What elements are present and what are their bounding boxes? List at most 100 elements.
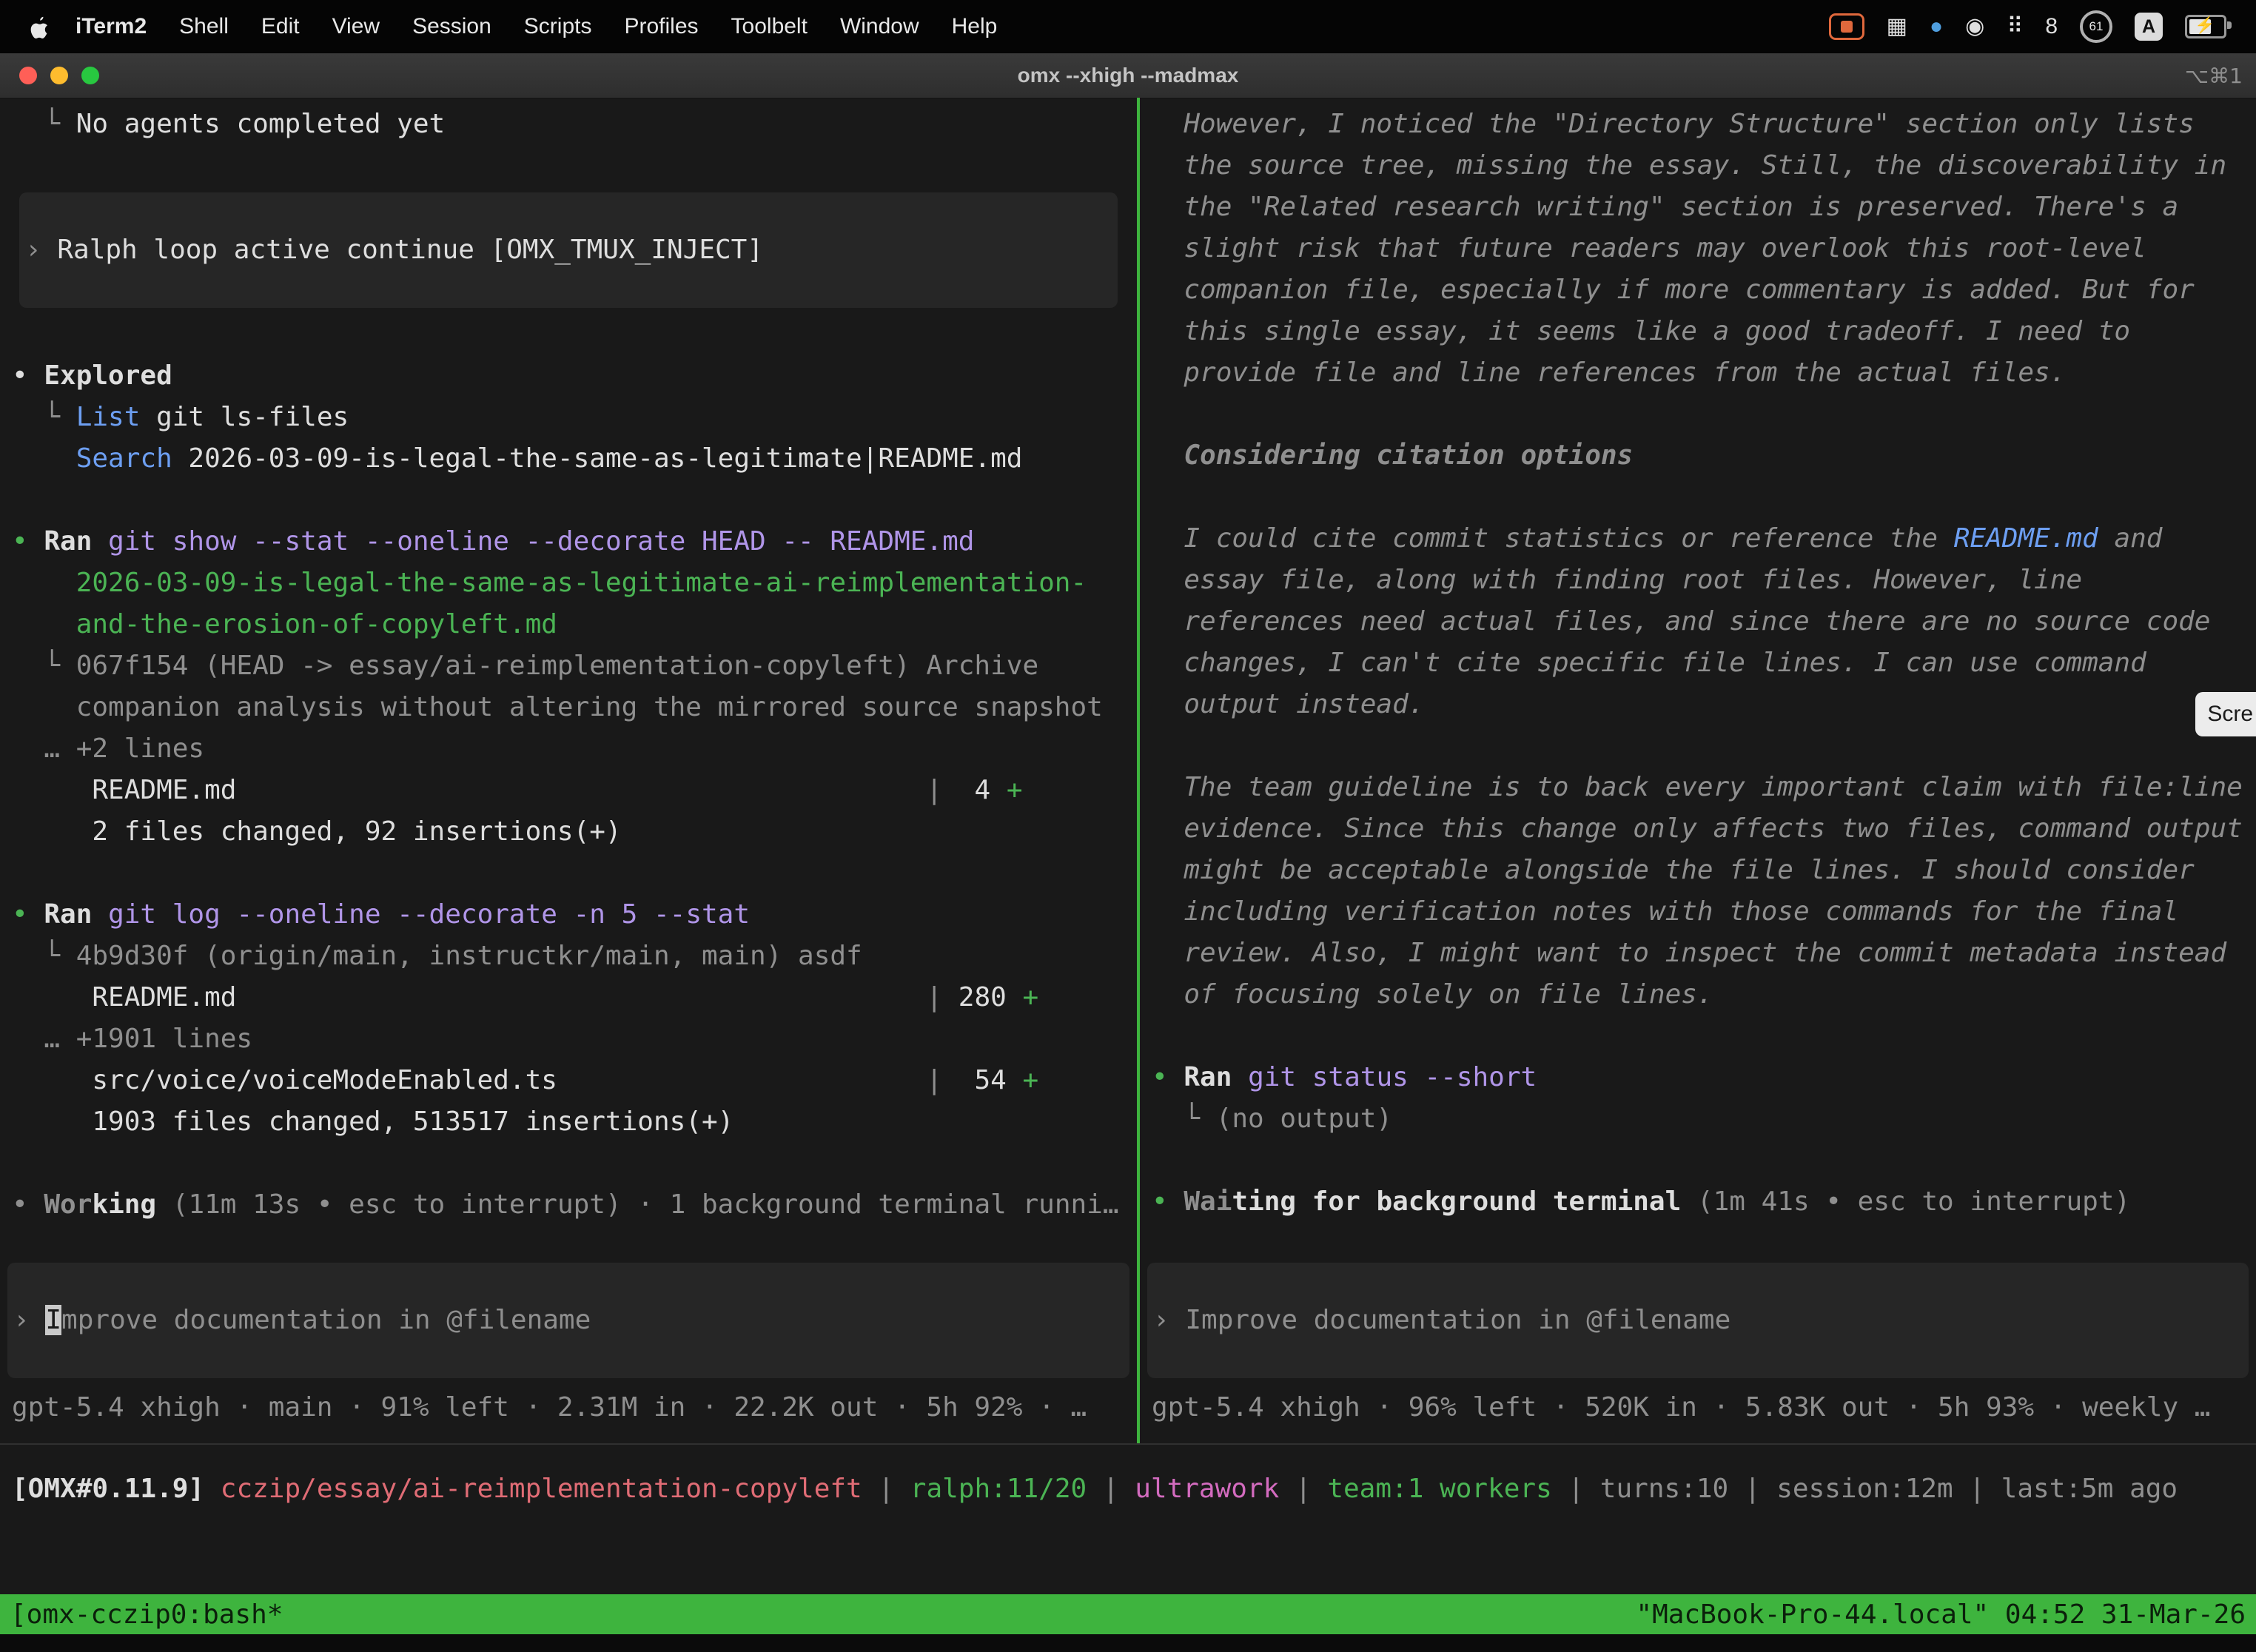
terminal-line: └ 4b9d30f (origin/main, instructkr/main,…: [12, 936, 1125, 977]
apple-icon[interactable]: [30, 15, 49, 38]
terminal-line: • Ran git show --stat --oneline --decora…: [12, 521, 1125, 563]
terminal-line: might be acceptable alongside the file l…: [1152, 850, 2244, 891]
terminal-line: [12, 480, 1125, 521]
window-title: omx --xhigh --madmax: [0, 53, 2256, 98]
terminal-line: [12, 853, 1125, 894]
terminal-line: • Explored: [12, 355, 1125, 397]
terminal-line: However, I noticed the "Directory Struct…: [1152, 104, 2244, 145]
terminal-line: src/voice/voiceModeEnabled.ts | 54 +: [12, 1060, 1125, 1101]
menu-window[interactable]: Window: [824, 14, 936, 39]
menu-items: iTerm2ShellEditViewSessionScriptsProfile…: [0, 14, 1013, 39]
terminal-line: └ (no output): [1152, 1098, 2244, 1140]
recording-dot: [1841, 21, 1853, 33]
terminal-line: review. Also, I might want to inspect th…: [1152, 933, 2244, 974]
menu-scripts[interactable]: Scripts: [508, 14, 608, 39]
terminal-line: evidence. Since this change only affects…: [1152, 808, 2244, 850]
session-status-text: gpt-5.4 xhigh · 96% left · 520K in · 5.8…: [1152, 1387, 2244, 1428]
menu-shell[interactable]: Shell: [163, 14, 245, 39]
tmux-status-bar: [omx-cczip0:bash* "MacBook-Pro-44.local"…: [0, 1594, 2256, 1634]
terminal-line: • Ran git log --oneline --decorate -n 5 …: [12, 894, 1125, 936]
terminal-line: essay file, along with finding root file…: [1152, 560, 2244, 601]
dark-circle-app-icon[interactable]: ◉: [1965, 16, 1984, 38]
terminal-line: the source tree, missing the essay. Stil…: [1152, 145, 2244, 187]
terminal-line: companion analysis without altering the …: [12, 687, 1125, 728]
menu-iterm2[interactable]: iTerm2: [59, 14, 163, 39]
terminal-line: references need actual files, and since …: [1152, 601, 2244, 642]
terminal-line: [1152, 477, 2244, 518]
omx-status-bar: [OMX#0.11.9] cczip/essay/ai-reimplementa…: [0, 1443, 2256, 1510]
prompt-line: › Improve documentation in @filename: [1153, 1300, 2243, 1341]
terminal-line: [1152, 1140, 2244, 1181]
terminal-line: output instead.: [1152, 684, 2244, 725]
terminal-line: Considering citation options: [1152, 435, 2244, 477]
right-scrollback[interactable]: However, I noticed the "Directory Struct…: [1140, 104, 2256, 1263]
digit-8-icon[interactable]: 8: [2045, 16, 2058, 38]
window-manager-icon[interactable]: ▦: [1887, 16, 1907, 38]
terminal-line: slight risk that future readers may over…: [1152, 228, 2244, 269]
right-pane[interactable]: However, I noticed the "Directory Struct…: [1140, 98, 2256, 1443]
terminal-line: [12, 314, 1125, 355]
terminal-line: provide file and line references from th…: [1152, 352, 2244, 394]
menu-help[interactable]: Help: [936, 14, 1014, 39]
terminal-line: The team guideline is to back every impo…: [1152, 767, 2244, 808]
terminal-line: └ No agents completed yet: [12, 104, 1125, 145]
input-source-icon[interactable]: A: [2135, 13, 2163, 41]
left-scrollback[interactable]: └ No agents completed yet › Ralph loop a…: [0, 104, 1137, 1263]
terminal-line: └ 067f154 (HEAD -> essay/ai-reimplementa…: [12, 645, 1125, 687]
terminal-line: changes, I can't cite specific file line…: [1152, 642, 2244, 684]
menu-session[interactable]: Session: [396, 14, 508, 39]
left-pane[interactable]: └ No agents completed yet › Ralph loop a…: [0, 98, 1137, 1443]
tmux-session-label: [omx-cczip0:bash*: [10, 1599, 283, 1630]
terminal-line: the "Related research writing" section i…: [1152, 187, 2244, 228]
menu-view[interactable]: View: [316, 14, 396, 39]
menu-profiles[interactable]: Profiles: [608, 14, 714, 39]
terminal-line: • Waiting for background terminal (1m 41…: [1152, 1181, 2244, 1223]
terminal-line: README.md | 280 +: [12, 977, 1125, 1018]
window-shortcut-badge: ⌥⌘1: [2185, 53, 2243, 98]
tmux-host-clock: "MacBook-Pro-44.local" 04:52 31-Mar-26: [1636, 1599, 2246, 1630]
terminal-line: [1152, 1015, 2244, 1057]
terminal-line: … +2 lines: [12, 728, 1125, 770]
terminal-line: [1152, 394, 2244, 435]
bottom-strip: [0, 1634, 2256, 1652]
terminal-line: companion file, especially if more comme…: [1152, 269, 2244, 311]
terminal-line: • Ran git status --short: [1152, 1057, 2244, 1098]
terminal-line: this single essay, it seems like a good …: [1152, 311, 2244, 352]
menubar-status-icons: ▦ ● ◉ ⠿ 8 61 A ⚡: [1829, 10, 2256, 43]
window-title-bar: omx --xhigh --madmax ⌥⌘1: [0, 53, 2256, 99]
terminal-line: › Ralph loop active continue [OMX_TMUX_I…: [25, 229, 1112, 271]
omx-status-text: [OMX#0.11.9] cczip/essay/ai-reimplementa…: [12, 1468, 2244, 1510]
macos-menu-bar: iTerm2ShellEditViewSessionScriptsProfile…: [0, 0, 2256, 53]
terminal-line: └ List git ls-files: [12, 397, 1125, 438]
app-grid-icon[interactable]: ⠿: [2007, 16, 2023, 38]
terminal-line: of focusing solely on file lines.: [1152, 974, 2244, 1015]
terminal-line: [1152, 725, 2244, 767]
terminal-line: 1903 files changed, 513517 insertions(+): [12, 1101, 1125, 1143]
battery-icon[interactable]: ⚡: [2185, 15, 2226, 38]
right-prompt-input[interactable]: › Improve documentation in @filename: [1147, 1263, 2249, 1378]
right-session-status: gpt-5.4 xhigh · 96% left · 520K in · 5.8…: [1140, 1378, 2256, 1428]
terminal-line: README.md | 4 +: [12, 770, 1125, 811]
screen-tooltip[interactable]: Scre: [2195, 692, 2256, 736]
left-session-status: gpt-5.4 xhigh · main · 91% left · 2.31M …: [0, 1378, 1137, 1428]
terminal-line: 2 files changed, 92 insertions(+): [12, 811, 1125, 853]
terminal-line: [12, 1143, 1125, 1184]
charging-bolt-icon: ⚡: [2195, 16, 2215, 35]
terminal-line: Search 2026-03-09-is-legal-the-same-as-l…: [12, 438, 1125, 480]
inject-banner: › Ralph loop active continue [OMX_TMUX_I…: [19, 192, 1118, 308]
left-prompt-input[interactable]: › Improve documentation in @filename: [7, 1263, 1129, 1378]
session-status-text: gpt-5.4 xhigh · main · 91% left · 2.31M …: [12, 1387, 1125, 1428]
terminal-line: [12, 145, 1125, 187]
terminal-line: including verification notes with those …: [1152, 891, 2244, 933]
menu-toolbelt[interactable]: Toolbelt: [715, 14, 824, 39]
terminal-line: • Working (11m 13s • esc to interrupt) ·…: [12, 1184, 1125, 1226]
terminal-line: 2026-03-09-is-legal-the-same-as-legitima…: [12, 563, 1125, 604]
terminal-panes: └ No agents completed yet › Ralph loop a…: [0, 98, 2256, 1443]
terminal-line: and-the-erosion-of-copyleft.md: [12, 604, 1125, 645]
screen-recording-indicator[interactable]: [1829, 13, 1864, 40]
blue-app-icon[interactable]: ●: [1930, 16, 1943, 38]
terminal-line: … +1901 lines: [12, 1018, 1125, 1060]
battery-percentage-gauge[interactable]: 61: [2080, 10, 2112, 43]
menu-edit[interactable]: Edit: [245, 14, 316, 39]
prompt-line: › Improve documentation in @filename: [13, 1300, 1124, 1341]
